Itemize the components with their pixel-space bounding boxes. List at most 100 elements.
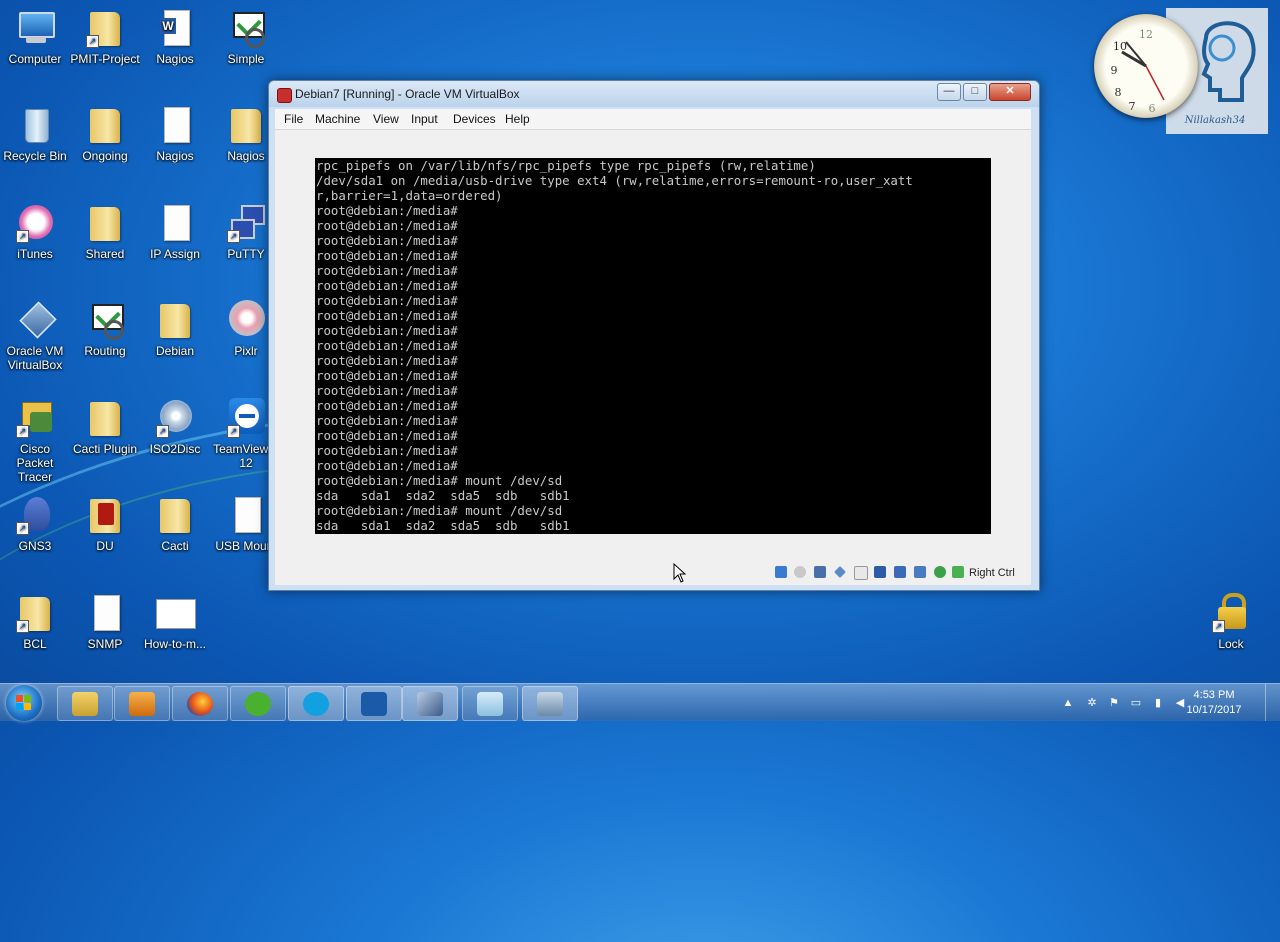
vm-display-area[interactable]: rpc_pipefs on /var/lib/nfs/rpc_pipefs ty… [275, 130, 1031, 585]
menu-devices[interactable]: Devices [453, 112, 496, 126]
mouse-integration-icon[interactable] [952, 566, 964, 578]
host-key-label: Right Ctrl [969, 567, 1015, 579]
explorer-icon [72, 692, 98, 716]
taskbar-media-player[interactable] [114, 686, 170, 721]
desktop-icon-lock[interactable]: ↗ Lock [1196, 593, 1266, 651]
screen-recorder-icon [537, 692, 563, 716]
menu-bar: File Machine View Input Devices Help [275, 109, 1031, 130]
desktop-clock-widget[interactable]: 12 10 9 8 7 6 Nillakash34 [1090, 8, 1268, 134]
taskbar-outlook[interactable] [346, 686, 402, 721]
outlook-icon [361, 692, 387, 716]
taskbar-firefox[interactable] [172, 686, 228, 721]
teamviewer-icon: ↗ [227, 398, 265, 438]
network-icon[interactable] [834, 566, 846, 578]
desktop-icon-ip-assign[interactable]: IP Assign [140, 203, 210, 261]
desktop-icon-virtualbox[interactable]: Oracle VM VirtualBox [0, 300, 70, 372]
desktop-icon-computer[interactable]: Computer [0, 8, 70, 66]
terminal-line: root@debian:/media# [316, 278, 458, 293]
desktop-icon-nagios-word[interactable]: W Nagios [140, 8, 210, 66]
desktop-icon-iso2disc[interactable]: ↗ ISO2Disc [140, 398, 210, 456]
terminal-line: root@debian:/media# [316, 293, 458, 308]
cpu-icon[interactable] [934, 566, 946, 578]
desktop-icon-how-to[interactable]: How-to-m... [140, 593, 210, 651]
taskbar-explorer[interactable] [57, 686, 113, 721]
menu-help[interactable]: Help [505, 112, 530, 126]
desktop-icon-gns3[interactable]: ↗ GNS3 [0, 495, 70, 553]
window-title: Debian7 [Running] - Oracle VM VirtualBox [295, 87, 520, 101]
terminal-line: root@debian:/media# [316, 338, 458, 353]
usb-icon[interactable] [854, 566, 868, 580]
virtualbox-window[interactable]: Debian7 [Running] - Oracle VM VirtualBox… [268, 80, 1040, 591]
taskbar-clock[interactable]: 4:53 PM 10/17/2017 [1184, 688, 1244, 718]
menu-input[interactable]: Input [411, 112, 438, 126]
packet-tracer-icon: ↗ [16, 398, 54, 438]
audio-icon[interactable] [814, 566, 826, 578]
svg-text:12: 12 [1139, 28, 1153, 41]
shared-folders-icon[interactable] [874, 566, 886, 578]
desktop-icon-pmit-project[interactable]: ↗ PMIT-Project [70, 8, 140, 66]
desktop-icon-cacti[interactable]: Cacti [140, 495, 210, 553]
desktop-icon-du[interactable]: DU [70, 495, 140, 553]
system-tray: ▲ ✲ ⚑ ▭ ▮ ◀ 4:53 PM 10/17/2017 [1050, 684, 1280, 721]
terminal-line: root@debian:/media# [316, 323, 458, 338]
document-icon [227, 495, 265, 535]
gns3-icon: ↗ [16, 495, 54, 535]
virtualbox-app-icon [277, 88, 292, 103]
terminal-line: root@debian:/media# mount /dev/sd_ [316, 533, 570, 534]
word-document-icon: W [156, 8, 194, 48]
pdf-folder-icon [86, 495, 124, 535]
terminal-line: sda sda1 sda2 sda5 sdb sdb1 [316, 488, 570, 503]
desktop-icon-cacti-plugin[interactable]: Cacti Plugin [70, 398, 140, 456]
desktop-icon-snmp[interactable]: SNMP [70, 593, 140, 651]
optical-drive-icon[interactable] [794, 566, 806, 578]
maximize-button[interactable]: □ [963, 83, 987, 101]
taskbar-skype[interactable] [288, 686, 344, 721]
show-desktop-button[interactable] [1265, 684, 1280, 721]
desktop-icon-packet-tracer[interactable]: ↗ Cisco Packet Tracer [0, 398, 70, 484]
folder-icon: ↗ [16, 593, 54, 633]
taskbar-screen-recorder[interactable] [522, 686, 578, 721]
folder-icon [227, 105, 265, 145]
virtualbox-icon [417, 692, 443, 716]
vm-terminal[interactable]: rpc_pipefs on /var/lib/nfs/rpc_pipefs ty… [315, 158, 991, 534]
desktop-icon-routing[interactable]: Routing [70, 300, 140, 358]
desktop-icon-itunes[interactable]: ↗ iTunes [0, 203, 70, 261]
menu-view[interactable]: View [373, 112, 399, 126]
hard-disk-icon[interactable] [775, 566, 787, 578]
terminal-line: root@debian:/media# [316, 248, 458, 263]
minimize-button[interactable]: — [937, 83, 961, 101]
terminal-line: root@debian:/media# [316, 308, 458, 323]
svg-text:7: 7 [1129, 100, 1136, 113]
terminal-line: root@debian:/media# [316, 413, 458, 428]
firefox-icon [187, 692, 213, 716]
close-button[interactable]: ✕ [989, 83, 1031, 101]
menu-file[interactable]: File [284, 112, 303, 126]
desktop-icon-bcl[interactable]: ↗ BCL [0, 593, 70, 651]
vm-status-bar: Right Ctrl [775, 564, 1025, 582]
start-button[interactable] [6, 685, 42, 721]
taskbar-virtualbox[interactable] [402, 686, 458, 721]
desktop-icon-shared[interactable]: Shared [70, 203, 140, 261]
display-icon[interactable] [894, 566, 906, 578]
menu-machine[interactable]: Machine [315, 112, 360, 126]
terminal-line: root@debian:/media# [316, 353, 458, 368]
desktop-icon-simple[interactable]: Simple [211, 8, 281, 66]
taskbar-notepad[interactable] [462, 686, 518, 721]
folder-icon [156, 495, 194, 535]
network-tray-icon[interactable]: ✲ [1086, 697, 1098, 709]
device-tray-icon[interactable]: ▭ [1130, 697, 1142, 709]
window-titlebar[interactable]: Debian7 [Running] - Oracle VM VirtualBox… [269, 81, 1039, 107]
action-center-icon[interactable]: ⚑ [1108, 697, 1120, 709]
desktop-icon-nagios-doc[interactable]: Nagios [140, 105, 210, 163]
desktop-icon-ongoing[interactable]: Ongoing [70, 105, 140, 163]
logo-caption: Nillakash34 [1184, 115, 1246, 126]
video-capture-icon[interactable] [914, 566, 926, 578]
computer-icon [16, 8, 55, 48]
signal-tray-icon[interactable]: ▮ [1152, 697, 1164, 709]
show-hidden-icons-icon[interactable]: ▲ [1062, 697, 1074, 709]
utorrent-icon [245, 692, 271, 716]
taskbar-utorrent[interactable] [230, 686, 286, 721]
terminal-line: r,barrier=1,data=ordered) [316, 188, 503, 203]
desktop-icon-debian[interactable]: Debian [140, 300, 210, 358]
desktop-icon-recycle-bin[interactable]: Recycle Bin [0, 105, 70, 163]
